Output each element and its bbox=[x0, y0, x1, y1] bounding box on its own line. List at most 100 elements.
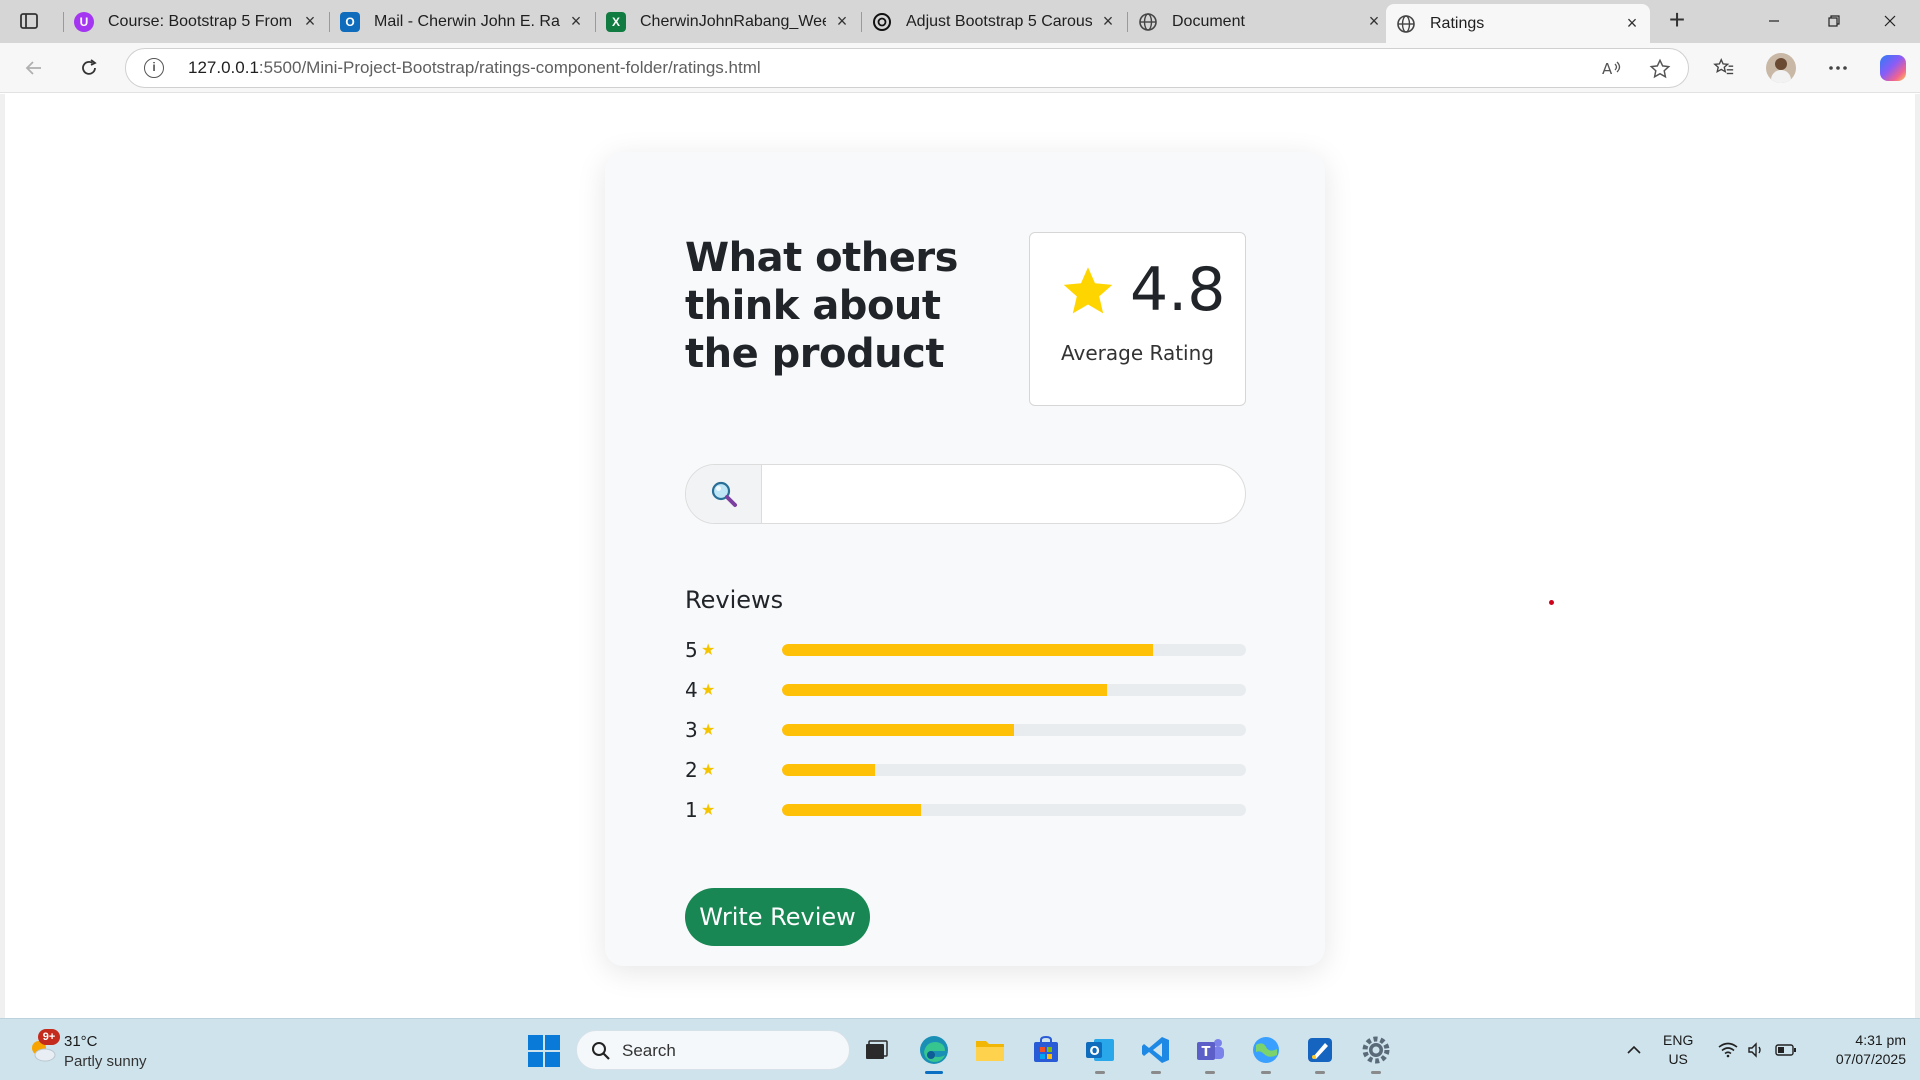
edge-icon[interactable] bbox=[916, 1032, 952, 1074]
excel-icon: X bbox=[606, 11, 626, 32]
settings-icon[interactable] bbox=[1358, 1032, 1394, 1074]
svg-text:T: T bbox=[1202, 1045, 1211, 1060]
back-button[interactable] bbox=[18, 52, 50, 84]
new-tab-button[interactable]: + bbox=[1662, 6, 1692, 36]
tab-title: Document bbox=[1172, 12, 1245, 30]
rating-progress-fill bbox=[782, 764, 875, 776]
write-review-button[interactable]: Write Review bbox=[685, 888, 870, 946]
read-aloud-icon[interactable]: A bbox=[1600, 57, 1624, 81]
system-clock[interactable]: 4:31 pm 07/07/2025 bbox=[1806, 1031, 1906, 1069]
start-button[interactable] bbox=[528, 1035, 560, 1067]
review-row-5: 5 ★ bbox=[685, 638, 1246, 662]
favorites-icon[interactable] bbox=[1708, 52, 1740, 84]
wifi-icon[interactable] bbox=[1716, 1019, 1740, 1080]
rating-progress-bar bbox=[782, 764, 1246, 776]
review-star-count: 1 bbox=[685, 798, 698, 822]
review-row-3: 3 ★ bbox=[685, 718, 1246, 742]
search-addon bbox=[686, 465, 762, 523]
more-options-icon[interactable] bbox=[1822, 52, 1854, 84]
microsoft-store-icon[interactable] bbox=[1028, 1032, 1064, 1068]
review-star-count: 2 bbox=[685, 758, 698, 782]
weather-condition: Partly sunny bbox=[64, 1053, 147, 1070]
magnifier-icon bbox=[711, 481, 737, 507]
running-app-indicator bbox=[1205, 1071, 1215, 1074]
close-tab-icon[interactable]: × bbox=[834, 11, 850, 32]
search-icon bbox=[592, 1042, 610, 1060]
weather-widget[interactable]: 9+ 31°C Partly sunny bbox=[24, 1027, 224, 1073]
globe-icon bbox=[1138, 12, 1158, 32]
rating-progress-fill bbox=[782, 684, 1107, 696]
clock-date: 07/07/2025 bbox=[1835, 1051, 1906, 1067]
close-tab-icon[interactable]: × bbox=[1624, 13, 1640, 34]
tab-carousel[interactable]: Adjust Bootstrap 5 Carousel × bbox=[862, 4, 1126, 39]
vscode-icon[interactable] bbox=[1138, 1032, 1174, 1074]
refresh-button[interactable] bbox=[73, 52, 105, 84]
favorite-star-icon[interactable] bbox=[1648, 57, 1672, 81]
language-indicator[interactable]: ENG US bbox=[1663, 1031, 1693, 1069]
paint-icon[interactable] bbox=[1302, 1032, 1338, 1074]
tab-mail[interactable]: O Mail - Cherwin John E. Rabar × bbox=[330, 4, 594, 39]
battery-icon[interactable] bbox=[1772, 1019, 1800, 1080]
site-info-icon[interactable]: i bbox=[144, 58, 164, 78]
tab-title: CherwinJohnRabang_Weekly bbox=[640, 12, 826, 30]
close-tab-icon[interactable]: × bbox=[1366, 11, 1382, 32]
review-star-count: 5 bbox=[685, 638, 698, 662]
refresh-icon bbox=[82, 59, 97, 75]
task-view-icon[interactable] bbox=[858, 1032, 894, 1068]
tab-ratings[interactable]: Ratings × bbox=[1386, 4, 1650, 43]
rating-progress-bar bbox=[782, 804, 1246, 816]
svg-text:A: A bbox=[1602, 60, 1613, 78]
review-row-2: 2 ★ bbox=[685, 758, 1246, 782]
close-tab-icon[interactable]: × bbox=[302, 11, 318, 32]
show-hidden-icons-button[interactable] bbox=[1620, 1019, 1648, 1080]
taskbar-search-label: Search bbox=[622, 1041, 676, 1060]
taskbar-search[interactable]: Search bbox=[576, 1030, 850, 1070]
running-app-indicator bbox=[1261, 1071, 1271, 1074]
teams-icon[interactable]: T bbox=[1192, 1032, 1228, 1074]
close-window-button[interactable] bbox=[1860, 0, 1920, 42]
rating-progress-bar bbox=[782, 644, 1246, 656]
close-tab-icon[interactable]: × bbox=[1100, 11, 1116, 32]
windows-logo-icon bbox=[545, 1052, 560, 1067]
tab-title: Ratings bbox=[1430, 14, 1485, 32]
minimize-icon bbox=[1769, 20, 1779, 22]
tab-bootstrap-course[interactable]: U Course: Bootstrap 5 From Sc × bbox=[64, 4, 328, 39]
small-star-icon: ★ bbox=[701, 682, 716, 699]
restore-button[interactable] bbox=[1804, 0, 1864, 42]
windows-logo-icon bbox=[528, 1035, 543, 1050]
maps-icon[interactable] bbox=[1248, 1032, 1284, 1074]
outlook-icon[interactable]: O bbox=[1082, 1032, 1118, 1074]
language-region: US bbox=[1668, 1051, 1688, 1067]
search-input-group bbox=[685, 464, 1246, 524]
chatgpt-icon bbox=[872, 12, 892, 32]
language-code: ENG bbox=[1663, 1032, 1694, 1048]
back-arrow-icon bbox=[25, 61, 41, 75]
search-input[interactable] bbox=[762, 465, 1245, 523]
average-rating-score: 4.8 bbox=[1130, 255, 1226, 325]
file-explorer-icon[interactable] bbox=[972, 1032, 1008, 1068]
close-icon bbox=[1884, 15, 1896, 27]
tab-title: Course: Bootstrap 5 From Sc bbox=[108, 12, 294, 30]
url-text[interactable]: 127.0.0.1:5500/Mini-Project-Bootstrap/ra… bbox=[188, 58, 761, 78]
address-bar[interactable]: i 127.0.0.1:5500/Mini-Project-Bootstrap/… bbox=[125, 48, 1689, 88]
running-app-indicator bbox=[1151, 1071, 1161, 1074]
close-tab-icon[interactable]: × bbox=[568, 11, 584, 32]
rating-progress-fill bbox=[782, 644, 1154, 656]
small-star-icon: ★ bbox=[701, 762, 716, 779]
small-star-icon: ★ bbox=[701, 642, 716, 659]
url-path: :5500/Mini-Project-Bootstrap/ratings-com… bbox=[258, 58, 761, 77]
minimize-button[interactable] bbox=[1744, 0, 1804, 42]
small-star-icon: ★ bbox=[701, 802, 716, 819]
tab-excel-weekly[interactable]: X CherwinJohnRabang_Weekly × bbox=[596, 4, 860, 39]
active-app-indicator bbox=[925, 1071, 943, 1074]
copilot-icon[interactable] bbox=[1880, 55, 1906, 81]
volume-icon[interactable] bbox=[1744, 1019, 1768, 1080]
taskbar: 9+ 31°C Partly sunny Search O T ENG US 4… bbox=[0, 1018, 1920, 1080]
globe-icon bbox=[1396, 14, 1416, 34]
tab-actions-button[interactable] bbox=[14, 9, 44, 33]
rating-progress-bar bbox=[782, 684, 1246, 696]
profile-avatar[interactable] bbox=[1766, 53, 1796, 83]
average-rating-label: Average Rating bbox=[1061, 341, 1214, 365]
review-row-1: 1 ★ bbox=[685, 798, 1246, 822]
tab-document[interactable]: Document × bbox=[1128, 4, 1392, 39]
